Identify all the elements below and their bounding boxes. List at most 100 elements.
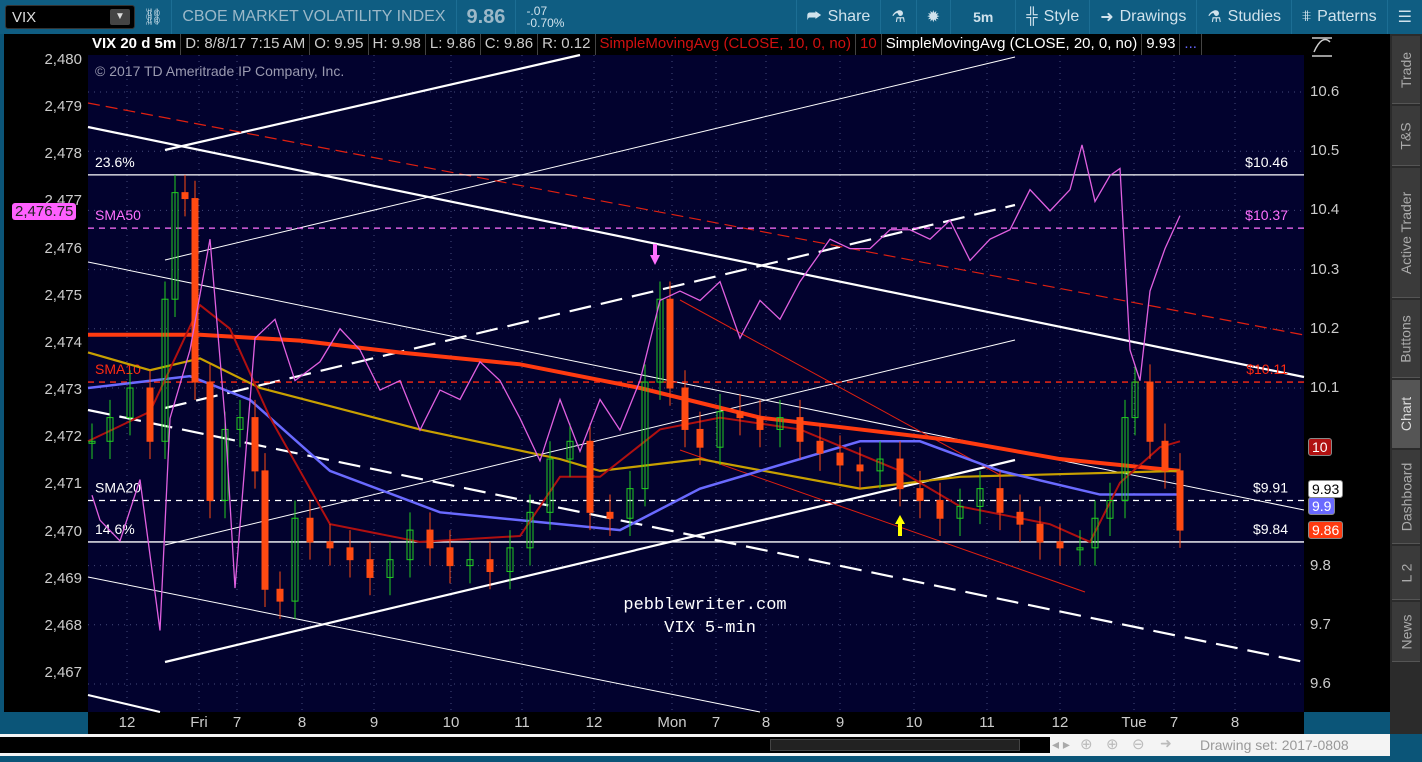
sidebar-tab-chart[interactable]: Chart [1392,380,1420,448]
share-icon: ⮫ [806,8,822,25]
sidebar-tab-label: News [1398,613,1415,650]
candle-up [406,529,414,561]
level-left-label: 23.6% [95,154,135,170]
flask-icon: ⚗ [1207,9,1222,26]
timeframe-button[interactable]: 5m [950,0,1015,34]
chart-background [88,55,1304,712]
sidebar-tab-news[interactable]: News [1392,602,1420,662]
candle-down [586,440,594,513]
more-studies-button[interactable]: ... [1180,34,1202,55]
level-right-label: $10.37 [1245,207,1288,223]
left-axis-tick-label: 2,470 [44,522,82,540]
candle-down [486,559,494,573]
candle-down [326,541,334,549]
time-tick-label: 8 [761,714,771,731]
price-chart[interactable]: 23.6% $10.46 SMA50 $10.37 SMA10 $10.11 SMA20 $9… [0,0,1422,734]
left-axis-tick-label: 2,476 [44,239,82,257]
candle-down [181,192,189,200]
candle-up [506,547,514,573]
chevron-down-icon[interactable]: ▼ [110,9,130,25]
sidebar-tab-t-s[interactable]: T&S [1392,106,1420,166]
arrow-right-icon[interactable]: ➜ [1160,735,1172,752]
scroll-arrows-icon[interactable]: ◂ ▸ [1052,736,1070,753]
zoom-out-icon[interactable]: ⊖ [1132,735,1145,753]
right-axis-tick-label: 10.3 [1310,260,1340,278]
sidebar-tab-buttons[interactable]: Buttons [1392,300,1420,378]
style-button[interactable]: ╬ Style [1015,0,1089,34]
bottom-bar: ◂ ▸ ⊕ ⊕ ⊖ ➜ Drawing set: 2017-0808 [0,734,1390,756]
sidebar-tab-l-2[interactable]: L 2 [1392,546,1420,600]
candle-up [236,417,244,430]
candle-up [1131,381,1139,419]
drawings-label: Drawings [1119,8,1187,25]
time-tick-label: 12 [1051,714,1069,731]
flask-button[interactable]: ⚗ [880,0,915,34]
sidebar-tab-trade[interactable]: Trade [1392,36,1420,104]
copyright-text: © 2017 TD Ameritrade IP Company, Inc. [95,63,344,79]
time-tick-label: 9 [369,714,379,731]
candle-up [566,440,574,460]
time-tick-label: 7 [232,714,242,731]
left-axis-tick-label: 2,467 [44,663,82,681]
level-right-label: $10.46 [1245,154,1288,170]
candle-down [836,452,844,466]
menu-button[interactable]: ☰ [1386,0,1422,34]
right-axis-tick-label: 10.6 [1310,83,1340,100]
sidebar-tab-label: Trade [1398,51,1414,88]
candle-down [756,417,764,430]
arrow-down-marker [650,255,660,265]
right-axis-tick-label: 9.7 [1310,615,1331,633]
sma10-study-label[interactable]: SimpleMovingAvg (CLOSE, 10, 0, no) [596,34,857,55]
spx-price-badge: 2,476.75 [12,203,77,221]
candle-up [88,440,96,444]
bar-close: C: 9.86 [481,34,539,55]
candle-up [161,298,169,442]
level-right-label: $10.11 [1246,361,1288,377]
right-axis-tick-label: 10.5 [1310,142,1340,160]
price-badge: 9.93 [1308,479,1344,498]
level-left-label: SMA50 [95,207,141,223]
candle-up [291,517,299,602]
price-badge: 10 [1308,438,1332,457]
sidebar-tab-active-trader[interactable]: Active Trader [1392,168,1420,298]
moving-average-thick [88,332,1181,473]
level-left-label: 14.6% [95,521,135,537]
candle-down [666,298,674,389]
patterns-label: Patterns [1317,8,1377,25]
time-tick-label: 12 [585,714,603,731]
right-price-axis[interactable]: 10.6 10.5 10.4 10.3 10.2 10.1 9.8 9.7 9.6 10 9.93 9… [1304,34,1390,712]
candle-up [1121,417,1129,501]
left-price-axis[interactable]: 2,480 2,479 2,478 2,477 2,476 2,475 2,474 2,473… [4,34,88,712]
candle-up [466,559,474,567]
link-icon[interactable]: ⛓ [135,0,171,34]
bar-low: L: 9.86 [426,34,481,55]
zoom-in-icon[interactable]: ⊕ [1106,735,1119,753]
sidebar-tab-dashboard[interactable]: Dashboard [1392,450,1420,544]
studies-button[interactable]: ⚗ Studies [1196,0,1291,34]
list-icon: ☰ [1397,9,1412,26]
left-axis-tick-label: 2,478 [44,145,82,163]
right-axis-tick-label: 10.4 [1310,201,1340,219]
settings-button[interactable]: ✹ [915,0,950,34]
sma20-study-label[interactable]: SimpleMovingAvg (CLOSE, 20, 0, no) [882,34,1143,55]
candle-down [796,417,804,442]
watermark-title: VIX 5-min [664,619,756,638]
time-tick-label: 7 [1169,714,1179,731]
patterns-button[interactable]: ⩨ Patterns [1291,0,1387,34]
drawing-set-selector[interactable]: Drawing set: 2017-0808 [1200,737,1349,753]
time-tick-label: 10 [442,714,460,731]
horizontal-scrollbar[interactable] [0,737,1050,753]
left-axis-tick-label: 2,475 [44,286,82,304]
candle-down [996,488,1004,513]
symbol-selector[interactable]: VIX ▼ [5,5,135,29]
share-button[interactable]: ⮫ Share [795,0,881,34]
candle-down [856,464,864,472]
candle-up [876,458,884,472]
candle-down [896,458,904,490]
left-axis-tick-label: 2,480 [44,51,82,68]
scrollbar-thumb[interactable] [770,739,1020,751]
drawings-button[interactable]: ➜ Drawings [1089,0,1196,34]
trendlines [87,53,1305,713]
time-axis[interactable]: 12 Fri 7 8 9 10 11 12 Mon 7 8 9 10 11 12 Tue 7 8 [88,712,1304,734]
crosshair-icon[interactable]: ⊕ [1080,735,1093,753]
